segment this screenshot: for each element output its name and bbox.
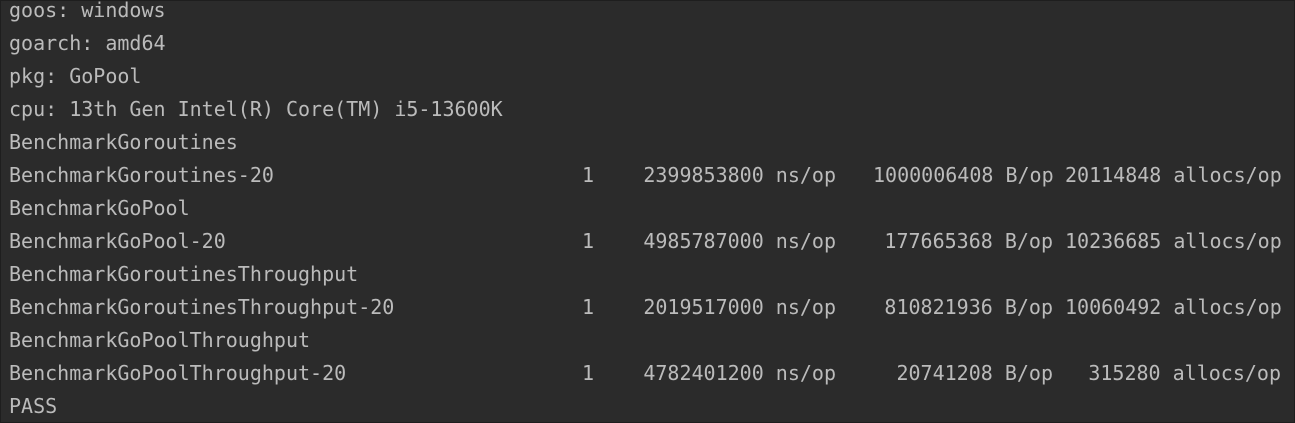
benchmark-result-row: BenchmarkGoroutinesThroughput-20 1 20195… — [9, 295, 1289, 319]
benchmark-bytes-per-op: 810821936 B/op — [884, 295, 1053, 319]
benchmark-title: BenchmarkGoPool — [9, 196, 190, 220]
benchmark-name: BenchmarkGoPoolThroughput-20 — [9, 361, 347, 385]
benchmark-iterations: 1 — [581, 229, 594, 253]
benchmark-allocs-per-op: 315280 allocs/op — [1088, 361, 1281, 385]
benchmark-iterations: 1 — [581, 295, 594, 319]
pkg-line: pkg: GoPool — [9, 64, 142, 88]
benchmark-iterations: 1 — [581, 361, 594, 385]
benchmark-name: BenchmarkGoroutinesThroughput-20 — [9, 295, 395, 319]
goos-line: goos: windows — [9, 0, 166, 22]
test-status: PASS — [9, 394, 58, 418]
benchmark-iterations: 1 — [581, 163, 594, 187]
benchmark-name: BenchmarkGoroutines-20 — [9, 163, 274, 187]
benchmark-allocs-per-op: 20114848 allocs/op — [1065, 163, 1282, 187]
benchmark-title: BenchmarkGoroutinesThroughput — [9, 262, 359, 286]
benchmark-ns-per-op: 2399853800 ns/op — [643, 163, 836, 187]
benchmark-bytes-per-op: 1000006408 B/op — [873, 163, 1054, 187]
benchmark-title: BenchmarkGoroutines — [9, 130, 238, 154]
benchmark-title: BenchmarkGoPoolThroughput — [9, 328, 311, 352]
benchmark-ns-per-op: 4985787000 ns/op — [643, 229, 836, 253]
benchmark-ns-per-op: 4782401200 ns/op — [643, 361, 836, 385]
benchmark-allocs-per-op: 10060492 allocs/op — [1065, 295, 1282, 319]
cpu-line: cpu: 13th Gen Intel(R) Core(TM) i5-13600… — [9, 97, 503, 121]
benchmark-bytes-per-op: 20741208 B/op — [896, 361, 1053, 385]
benchmark-ns-per-op: 2019517000 ns/op — [643, 295, 836, 319]
benchmark-bytes-per-op: 177665368 B/op — [884, 229, 1053, 253]
benchmark-result-row: BenchmarkGoroutines-20 1 2399853800 ns/o… — [9, 163, 1289, 187]
benchmark-allocs-per-op: 10236685 allocs/op — [1065, 229, 1282, 253]
benchmark-result-row: BenchmarkGoPoolThroughput-20 1 478240120… — [9, 361, 1289, 385]
terminal-output[interactable]: goos: windows goarch: amd64 pkg: GoPool … — [0, 0, 1295, 423]
benchmark-name: BenchmarkGoPool-20 — [9, 229, 226, 253]
goarch-line: goarch: amd64 — [9, 31, 166, 55]
benchmark-result-row: BenchmarkGoPool-20 1 4985787000 ns/op 17… — [9, 229, 1289, 253]
